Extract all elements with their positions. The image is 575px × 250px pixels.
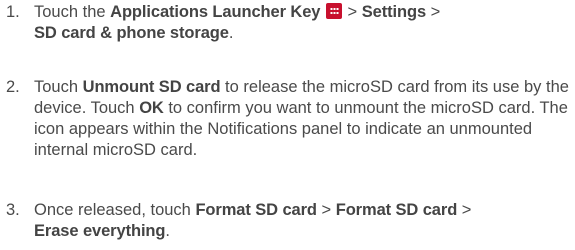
- applications-launcher-key-label: Applications Launcher Key: [110, 3, 321, 21]
- unmount-sd-card-label: Unmount SD card: [82, 78, 221, 96]
- ok-label: OK: [139, 99, 164, 117]
- step-text: Touch the Applications Launcher Key > Se…: [34, 3, 441, 42]
- applications-launcher-key-icon: [325, 3, 342, 19]
- settings-label: Settings: [361, 3, 427, 21]
- step-1: 1. Touch the Applications Launcher Key >…: [6, 2, 574, 44]
- sd-card-phone-storage-label: SD card & phone storage: [34, 24, 229, 42]
- erase-everything-label: Erase everything: [34, 222, 166, 240]
- format-sd-card-confirm-label: Format SD card: [335, 201, 458, 219]
- step-text: Once released, touch Format SD card > Fo…: [34, 201, 472, 240]
- step-number: 3.: [6, 201, 20, 219]
- step-2: 2. Touch Unmount SD card to release the …: [6, 77, 574, 161]
- step-number: 1.: [6, 3, 20, 21]
- format-sd-card-label: Format SD card: [195, 201, 317, 219]
- step-text: Touch Unmount SD card to release the mic…: [34, 78, 569, 159]
- step-number: 2.: [6, 78, 20, 96]
- step-3: 3. Once released, touch Format SD card >…: [6, 200, 574, 242]
